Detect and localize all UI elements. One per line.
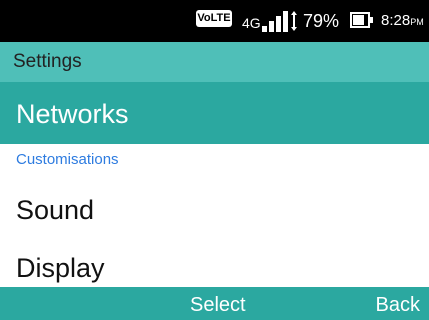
battery-percent: 79% xyxy=(303,11,340,31)
section-header-customisations: Customisations xyxy=(16,151,119,168)
data-transfer-icon xyxy=(291,11,297,31)
clock-time: 8:28 xyxy=(381,12,411,29)
clock-suffix: PM xyxy=(410,17,424,27)
select-softkey[interactable]: Select xyxy=(190,293,246,317)
volte-badge: VoLTE xyxy=(196,10,232,27)
network-type-label: 4G xyxy=(242,15,261,31)
menu-item-label: Display xyxy=(16,253,105,283)
menu-item-sound[interactable]: Sound xyxy=(0,180,429,235)
softkey-bar: Select Back xyxy=(0,287,429,320)
menu-item-label: Networks xyxy=(16,99,129,129)
page-title: Settings xyxy=(13,51,82,72)
menu-item-label: Sound xyxy=(16,195,95,225)
header-bar: Settings xyxy=(0,42,429,82)
battery-icon xyxy=(350,12,374,28)
status-bar: VoLTE 4G 79% 8:28PM xyxy=(0,0,429,42)
menu-item-display[interactable]: Display xyxy=(0,238,429,287)
menu-item-networks[interactable]: Networks xyxy=(0,82,429,144)
back-softkey[interactable]: Back xyxy=(376,293,420,317)
signal-strength-icon xyxy=(262,10,288,32)
clock: 8:28PM xyxy=(381,11,424,32)
